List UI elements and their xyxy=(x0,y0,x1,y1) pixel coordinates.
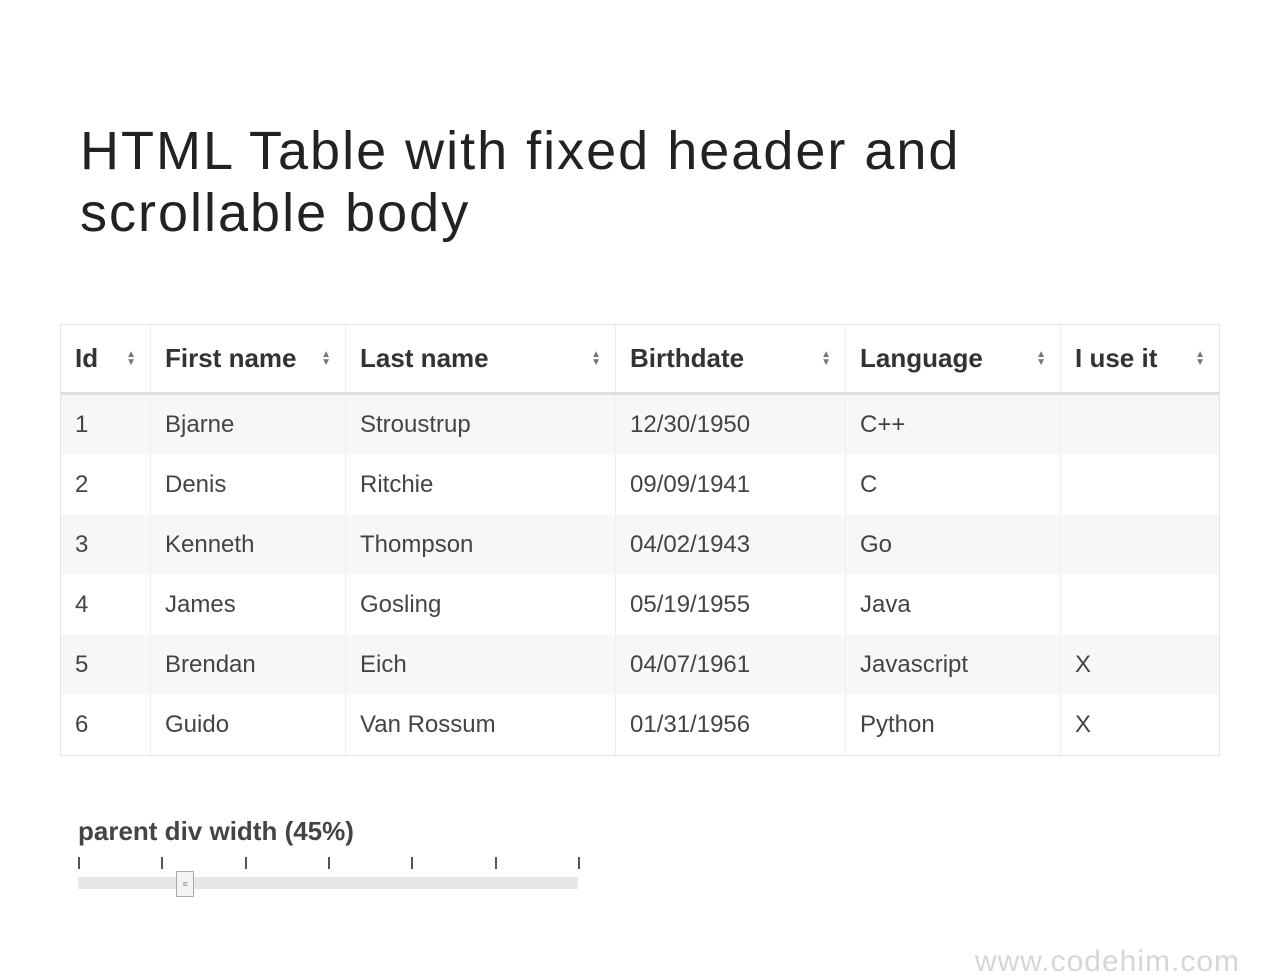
column-header-first-name[interactable]: First name xyxy=(151,325,346,392)
data-table: Id First name Last name Birthdate Langua… xyxy=(60,324,1220,756)
cell-use_it xyxy=(1061,575,1219,635)
sort-icon xyxy=(811,351,831,367)
cell-birthdate: 01/31/1956 xyxy=(616,695,846,755)
cell-last_name: Eich xyxy=(346,635,616,695)
cell-last_name: Ritchie xyxy=(346,455,616,515)
cell-id: 2 xyxy=(61,455,151,515)
slider-tick xyxy=(245,857,247,869)
cell-use_it xyxy=(1061,455,1219,515)
cell-first_name: Denis xyxy=(151,455,346,515)
column-header-language[interactable]: Language xyxy=(846,325,1061,392)
column-header-birthdate[interactable]: Birthdate xyxy=(616,325,846,392)
cell-birthdate: 05/19/1955 xyxy=(616,575,846,635)
slider-tick xyxy=(328,857,330,869)
cell-id: 3 xyxy=(61,515,151,575)
cell-id: 5 xyxy=(61,635,151,695)
cell-use_it xyxy=(1061,395,1219,455)
cell-language: Javascript xyxy=(846,635,1061,695)
cell-birthdate: 12/30/1950 xyxy=(616,395,846,455)
width-slider-section: parent div width (45%) xyxy=(78,816,598,889)
watermark: www.codehim.com xyxy=(975,945,1240,979)
cell-language: Go xyxy=(846,515,1061,575)
cell-first_name: James xyxy=(151,575,346,635)
cell-last_name: Van Rossum xyxy=(346,695,616,755)
cell-last_name: Thompson xyxy=(346,515,616,575)
cell-first_name: Brendan xyxy=(151,635,346,695)
sort-icon xyxy=(311,351,331,367)
cell-use_it: X xyxy=(1061,695,1219,755)
cell-last_name: Stroustrup xyxy=(346,395,616,455)
cell-last_name: Gosling xyxy=(346,575,616,635)
cell-id: 6 xyxy=(61,695,151,755)
page-title: HTML Table with fixed header and scrolla… xyxy=(80,120,1220,244)
cell-first_name: Bjarne xyxy=(151,395,346,455)
slider-tick xyxy=(411,857,413,869)
cell-id: 1 xyxy=(61,395,151,455)
table-row: 5BrendanEich04/07/1961JavascriptX xyxy=(61,635,1219,695)
column-header-label: Id xyxy=(75,343,98,374)
column-header-use-it[interactable]: I use it xyxy=(1061,325,1219,392)
sort-icon xyxy=(1185,351,1205,367)
table-header-row: Id First name Last name Birthdate Langua… xyxy=(61,325,1219,395)
sort-icon xyxy=(1026,351,1046,367)
column-header-label: Last name xyxy=(360,343,489,374)
cell-use_it xyxy=(1061,515,1219,575)
slider-thumb[interactable] xyxy=(176,871,194,897)
column-header-id[interactable]: Id xyxy=(61,325,151,392)
slider-track[interactable] xyxy=(78,877,578,889)
sort-icon xyxy=(581,351,601,367)
column-header-last-name[interactable]: Last name xyxy=(346,325,616,392)
slider-tick xyxy=(578,857,580,869)
cell-language: Java xyxy=(846,575,1061,635)
cell-birthdate: 04/02/1943 xyxy=(616,515,846,575)
cell-first_name: Kenneth xyxy=(151,515,346,575)
column-header-label: I use it xyxy=(1075,343,1157,374)
cell-id: 4 xyxy=(61,575,151,635)
table-body-scroll[interactable]: 1BjarneStroustrup12/30/1950C++2DenisRitc… xyxy=(61,395,1219,755)
table-row: 4JamesGosling05/19/1955Java xyxy=(61,575,1219,635)
slider-tickbar xyxy=(78,857,578,871)
table-row: 3KennethThompson04/02/1943Go xyxy=(61,515,1219,575)
sort-icon xyxy=(116,351,136,367)
table-row: 2DenisRitchie09/09/1941C xyxy=(61,455,1219,515)
cell-language: C++ xyxy=(846,395,1061,455)
slider-tick xyxy=(78,857,80,869)
slider-label: parent div width (45%) xyxy=(78,816,598,847)
cell-language: C xyxy=(846,455,1061,515)
cell-birthdate: 04/07/1961 xyxy=(616,635,846,695)
column-header-label: Language xyxy=(860,343,983,374)
slider-tick xyxy=(495,857,497,869)
cell-birthdate: 09/09/1941 xyxy=(616,455,846,515)
table-row: 1BjarneStroustrup12/30/1950C++ xyxy=(61,395,1219,455)
column-header-label: Birthdate xyxy=(630,343,744,374)
cell-use_it: X xyxy=(1061,635,1219,695)
column-header-label: First name xyxy=(165,343,297,374)
cell-language: Python xyxy=(846,695,1061,755)
slider-tick xyxy=(161,857,163,869)
table-row: 6GuidoVan Rossum01/31/1956PythonX xyxy=(61,695,1219,755)
cell-first_name: Guido xyxy=(151,695,346,755)
